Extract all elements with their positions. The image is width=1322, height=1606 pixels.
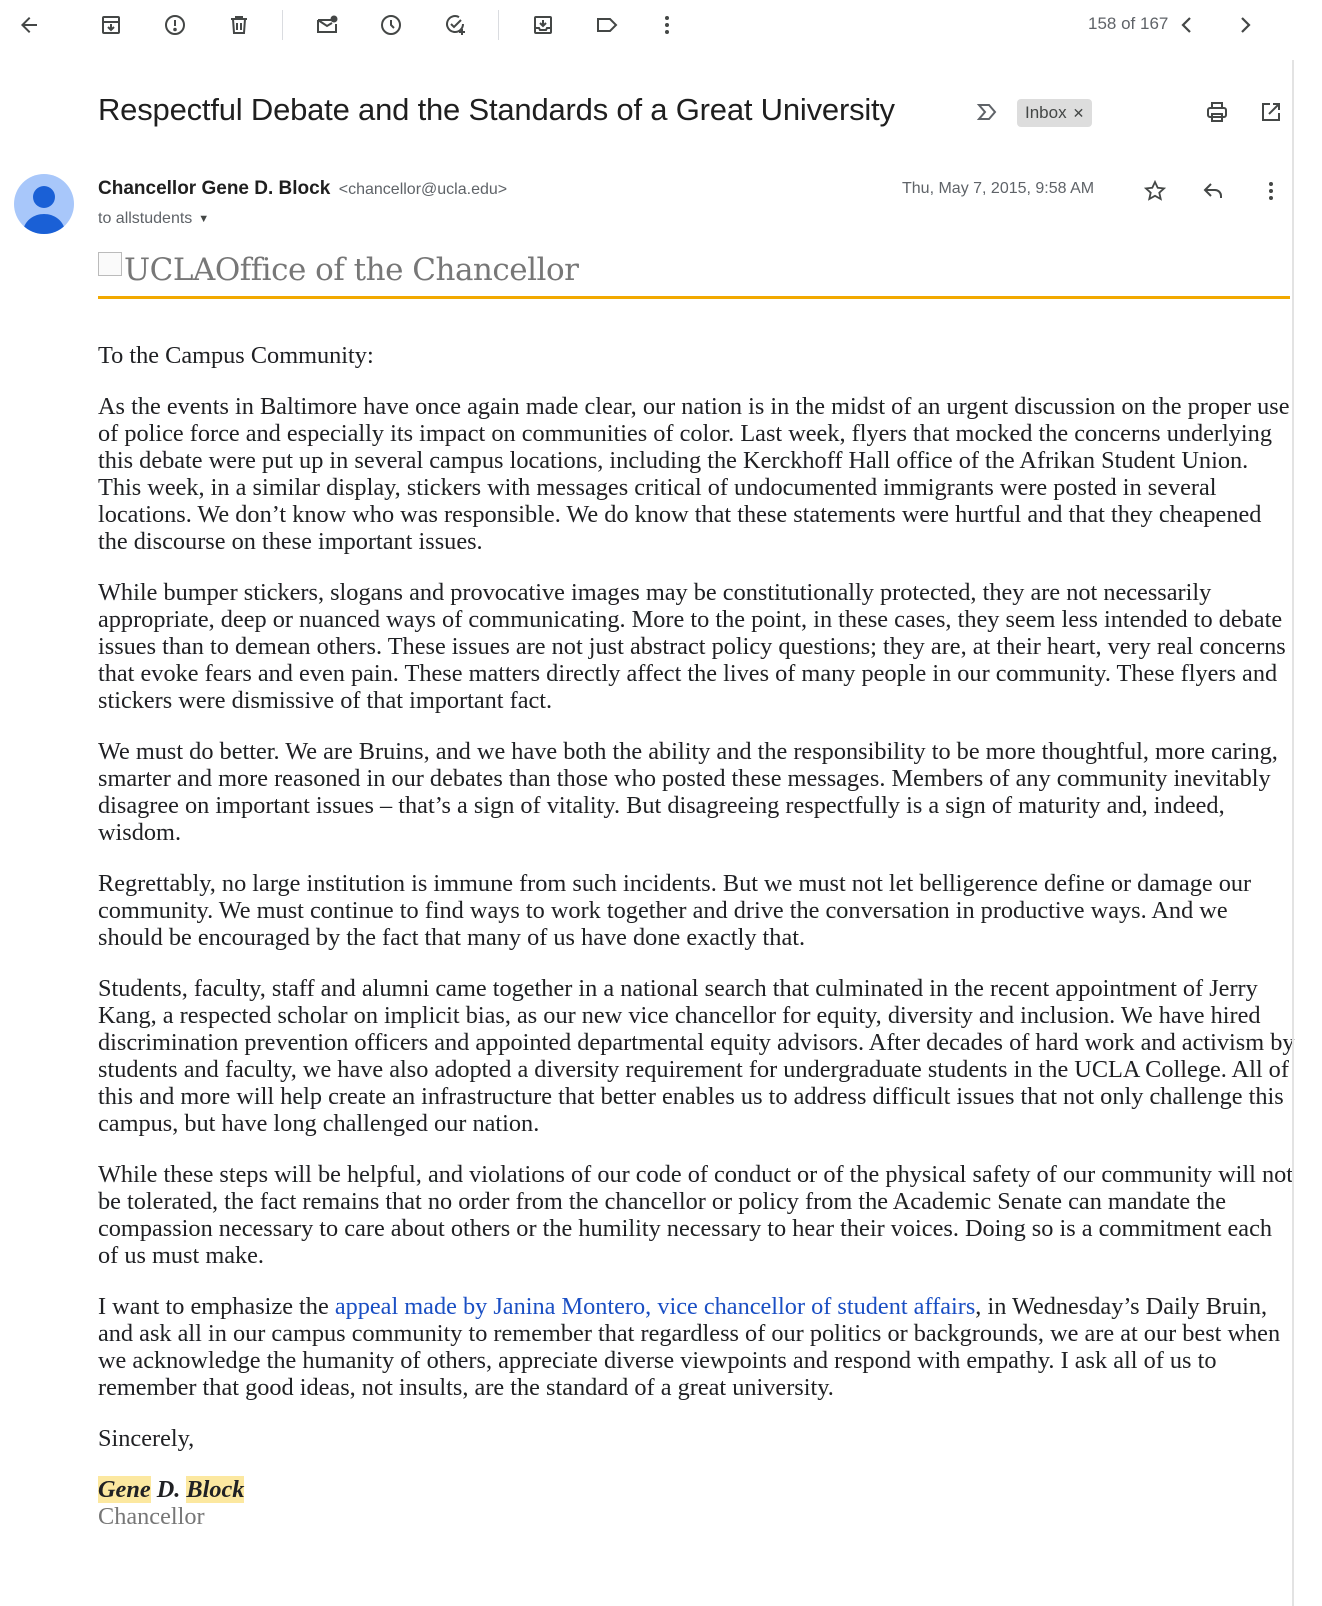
greeting: To the Campus Community:: [98, 342, 374, 369]
more-vert-icon[interactable]: [652, 10, 682, 40]
message-counter: 158 of 167: [1088, 14, 1169, 33]
snooze-icon[interactable]: [376, 10, 406, 40]
body-paragraph: I want to emphasize the appeal made by J…: [98, 1293, 1296, 1401]
toolbar-divider: [282, 10, 283, 40]
open-in-new-window-icon[interactable]: [1256, 97, 1286, 127]
importance-marker-icon[interactable]: [972, 97, 1002, 127]
remove-label-icon[interactable]: ✕: [1073, 105, 1085, 122]
body-paragraph: While bumper stickers, slogans and provo…: [98, 579, 1286, 714]
recipient-line[interactable]: to allstudents ▼: [98, 210, 209, 228]
signature-title: Chancellor: [98, 1503, 205, 1530]
email-body: To the Campus Community: As the events i…: [98, 342, 1296, 1530]
email-subject: Respectful Debate and the Standards of a…: [98, 92, 895, 127]
appeal-link[interactable]: appeal made by Janina Montero, vice chan…: [335, 1293, 975, 1320]
scrollbar[interactable]: [1292, 60, 1294, 1606]
banner-alt-text: UCLAOffice of the Chancellor: [124, 252, 579, 288]
signature-first-name: Gene: [98, 1476, 151, 1503]
recipient-details-dropdown-icon[interactable]: ▼: [198, 213, 209, 225]
chevron-right-icon[interactable]: [1230, 10, 1260, 40]
sender-line: Chancellor Gene D. Block <chancellor@ucl…: [98, 178, 507, 200]
delete-icon[interactable]: [224, 10, 254, 40]
archive-icon[interactable]: [96, 10, 126, 40]
email-date: Thu, May 7, 2015, 9:58 AM: [902, 180, 1095, 197]
closing: Sincerely,: [98, 1425, 195, 1452]
back-arrow-icon[interactable]: [14, 10, 44, 40]
signature-middle: D.: [150, 1476, 187, 1503]
label-icon[interactable]: [592, 10, 622, 40]
broken-image-icon: [98, 252, 122, 276]
body-paragraph: Regrettably, no large institution is imm…: [98, 870, 1252, 951]
move-to-icon[interactable]: [528, 10, 558, 40]
sender-name[interactable]: Chancellor Gene D. Block: [98, 178, 330, 199]
sender-avatar[interactable]: [14, 174, 74, 234]
inbox-label-text: Inbox: [1025, 103, 1067, 122]
header-banner: UCLAOffice of the Chancellor: [98, 244, 1290, 299]
inbox-label-chip[interactable]: Inbox ✕: [1017, 99, 1093, 127]
body-paragraph: As the events in Baltimore have once aga…: [98, 393, 1290, 555]
sender-email: <chancellor@ucla.edu>: [338, 181, 508, 198]
mark-unread-icon[interactable]: [312, 10, 342, 40]
body-paragraph: We must do better. We are Bruins, and we…: [98, 738, 1278, 846]
toolbar-divider: [498, 10, 499, 40]
message-more-vert-icon[interactable]: [1256, 176, 1286, 206]
recipient-text: to allstudents: [98, 210, 193, 227]
add-task-icon[interactable]: [440, 10, 470, 40]
reply-icon[interactable]: [1198, 176, 1228, 206]
body-paragraph: Students, faculty, staff and alumni came…: [98, 975, 1295, 1137]
report-spam-icon[interactable]: [160, 10, 190, 40]
signature-last-name: Block: [186, 1476, 245, 1503]
body-text: I want to emphasize the: [98, 1293, 335, 1320]
star-icon[interactable]: [1140, 176, 1170, 206]
signature-name: Gene D. Block: [98, 1476, 1296, 1503]
body-paragraph: While these steps will be helpful, and v…: [98, 1161, 1293, 1269]
chevron-left-icon[interactable]: [1172, 10, 1202, 40]
print-icon[interactable]: [1202, 97, 1232, 127]
